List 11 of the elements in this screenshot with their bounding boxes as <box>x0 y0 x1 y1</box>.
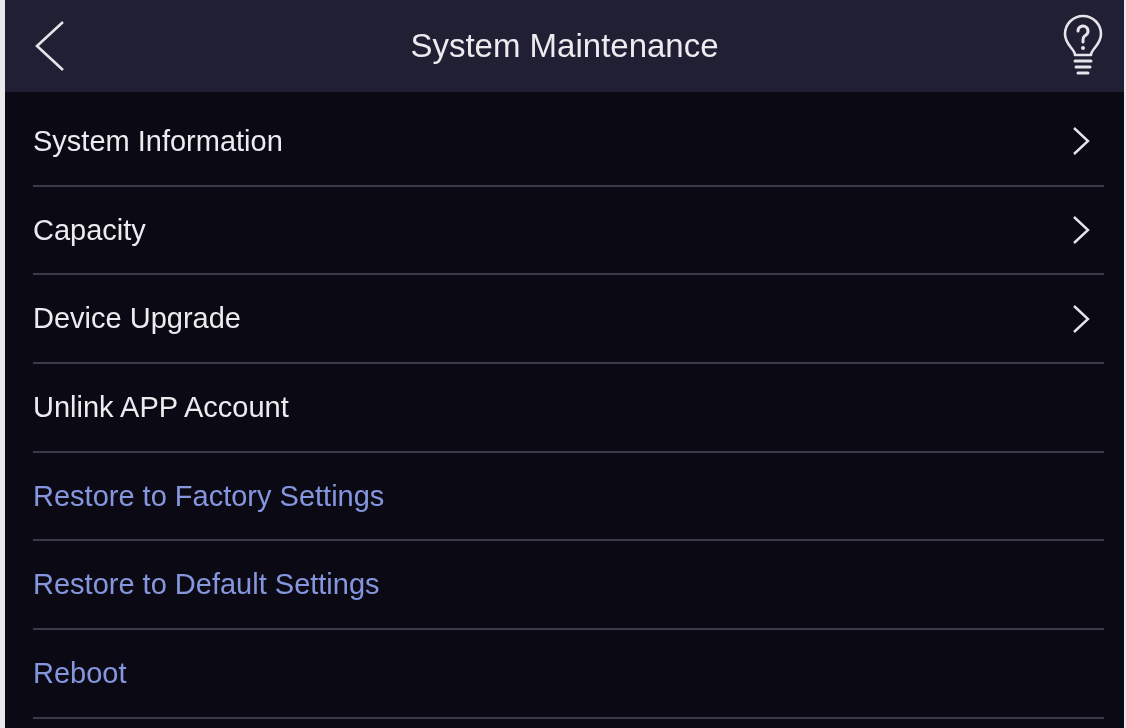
menu-item[interactable]: Capacity <box>33 186 1104 276</box>
chevron-right-icon <box>1072 303 1090 334</box>
menu-item[interactable]: Restore to Factory Settings <box>33 452 1104 542</box>
window-title: System Maintenance <box>410 27 719 65</box>
chevron-right-icon <box>1072 215 1090 246</box>
menu-item[interactable]: Restore to Default Settings <box>33 541 1104 631</box>
menu-item[interactable]: System Information <box>33 98 1104 187</box>
menu-item[interactable]: Unlink APP Account <box>33 364 1104 453</box>
menu-item[interactable]: Device Upgrade <box>33 275 1104 365</box>
chevron-right-icon <box>1072 126 1090 157</box>
menu-item[interactable]: Reboot <box>33 630 1104 719</box>
